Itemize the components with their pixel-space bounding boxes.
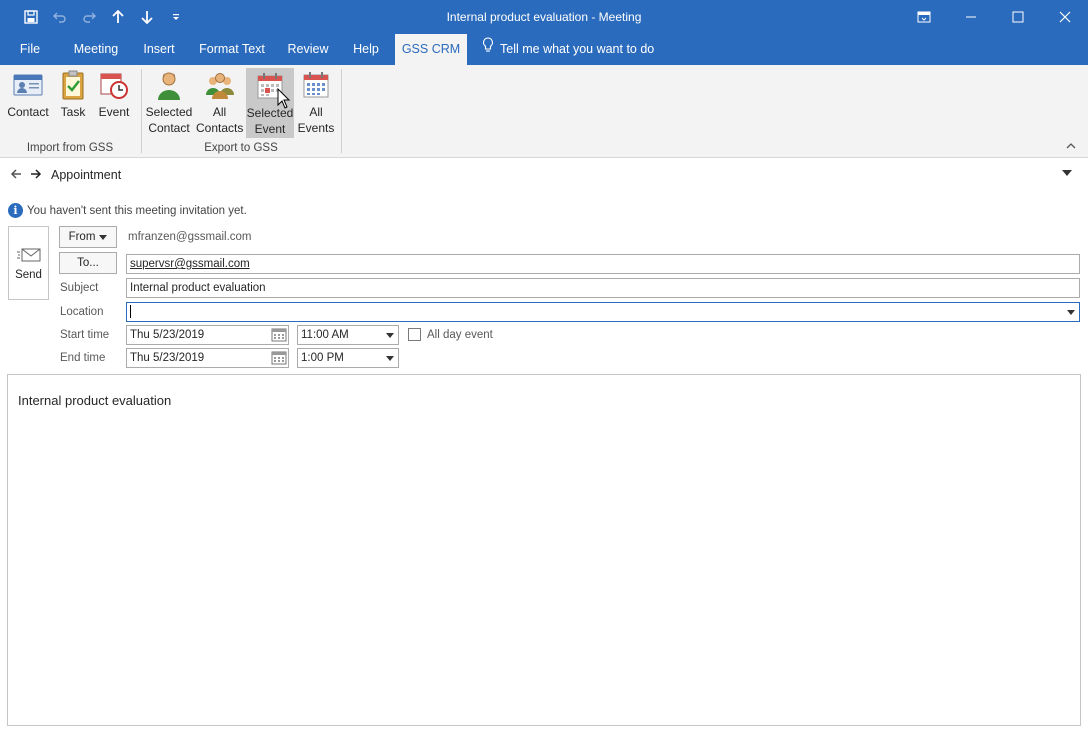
end-time-dropdown-icon[interactable] bbox=[382, 349, 398, 367]
window-controls bbox=[900, 0, 1088, 34]
import-event-label: Event bbox=[98, 105, 130, 119]
people-icon bbox=[204, 69, 236, 101]
collapse-ribbon-icon[interactable] bbox=[1066, 141, 1076, 153]
tab-gss-crm[interactable]: GSS CRM bbox=[395, 34, 467, 65]
from-button[interactable]: From bbox=[59, 226, 117, 248]
import-task-button[interactable]: Task bbox=[55, 69, 91, 137]
export-selected-event-line2: Event bbox=[254, 122, 286, 136]
contact-card-icon bbox=[12, 69, 44, 101]
text-cursor bbox=[130, 305, 131, 319]
forward-arrow-icon[interactable] bbox=[30, 168, 42, 183]
close-icon[interactable] bbox=[1041, 0, 1088, 34]
start-time-dropdown-icon[interactable] bbox=[382, 326, 398, 344]
lightbulb-icon bbox=[482, 34, 494, 65]
export-selected-contact-button[interactable]: Selected Contact bbox=[145, 69, 193, 137]
to-recipient[interactable]: supervsr@gssmail.com bbox=[130, 258, 250, 270]
end-date-field[interactable]: Thu 5/23/2019 bbox=[126, 348, 289, 368]
import-event-button[interactable]: Event bbox=[94, 69, 134, 137]
from-button-label: From bbox=[68, 231, 96, 243]
subject-label: Subject bbox=[60, 282, 99, 294]
calendar-icon[interactable] bbox=[271, 328, 287, 342]
back-arrow-icon[interactable] bbox=[10, 168, 22, 183]
export-selected-contact-line1: Selected bbox=[145, 105, 193, 119]
export-all-events-line2: Events bbox=[297, 121, 335, 135]
export-all-contacts-line2: Contacts bbox=[196, 121, 244, 135]
import-contact-label: Contact bbox=[7, 105, 49, 119]
tab-review[interactable]: Review bbox=[282, 34, 334, 65]
body-text: Internal product evaluation bbox=[18, 393, 172, 408]
start-time-label: Start time bbox=[60, 329, 110, 341]
to-field[interactable]: supervsr@gssmail.com bbox=[126, 254, 1080, 274]
maximize-icon[interactable] bbox=[994, 0, 1041, 34]
to-button[interactable]: To... bbox=[59, 252, 117, 274]
end-time-label: End time bbox=[60, 352, 106, 364]
tell-me-search[interactable]: Tell me what you want to do bbox=[482, 34, 654, 65]
export-selected-contact-line2: Contact bbox=[148, 121, 190, 135]
from-value: mfranzen@gssmail.com bbox=[128, 231, 252, 243]
subject-field[interactable]: Internal product evaluation bbox=[126, 278, 1080, 298]
person-icon bbox=[153, 69, 185, 101]
export-all-events-line1: All bbox=[309, 105, 323, 119]
envelope-icon bbox=[16, 247, 41, 263]
tab-format-text[interactable]: Format Text bbox=[192, 34, 272, 65]
export-all-contacts-line1: All bbox=[212, 105, 227, 119]
export-group-label: Export to GSS bbox=[204, 142, 278, 154]
appointment-bar: Appointment bbox=[0, 158, 1088, 194]
all-day-label: All day event bbox=[427, 329, 493, 341]
export-all-events-button[interactable]: All Events bbox=[296, 69, 336, 137]
location-field[interactable] bbox=[126, 302, 1080, 322]
event-clock-icon bbox=[98, 69, 130, 101]
tab-help[interactable]: Help bbox=[344, 34, 388, 65]
appointment-dropdown-icon[interactable] bbox=[1062, 170, 1072, 176]
location-dropdown-icon[interactable] bbox=[1063, 303, 1079, 321]
import-contact-button[interactable]: Contact bbox=[5, 69, 51, 137]
mouse-pointer-icon bbox=[277, 87, 291, 113]
send-label: Send bbox=[15, 269, 42, 281]
info-bar: i You haven't sent this meeting invitati… bbox=[8, 203, 247, 218]
chevron-down-icon bbox=[99, 234, 108, 240]
minimize-icon[interactable] bbox=[947, 0, 994, 34]
group-separator bbox=[141, 69, 142, 153]
appointment-label: Appointment bbox=[51, 168, 122, 182]
all-day-checkbox[interactable] bbox=[408, 328, 421, 341]
info-icon: i bbox=[8, 203, 23, 218]
title-bar: Internal product evaluation - Meeting bbox=[0, 0, 1088, 34]
group-separator bbox=[341, 69, 342, 153]
export-all-contacts-button[interactable]: All Contacts bbox=[196, 69, 243, 137]
tab-meeting[interactable]: Meeting bbox=[66, 34, 126, 65]
tell-me-label: Tell me what you want to do bbox=[500, 42, 655, 56]
ribbon-tabs: File Meeting Insert Format Text Review H… bbox=[0, 34, 1088, 65]
tab-file[interactable]: File bbox=[10, 34, 50, 65]
location-label: Location bbox=[60, 306, 104, 318]
tab-insert[interactable]: Insert bbox=[136, 34, 182, 65]
start-date-field[interactable]: Thu 5/23/2019 bbox=[126, 325, 289, 345]
import-group-label: Import from GSS bbox=[26, 142, 114, 154]
ribbon-display-icon[interactable] bbox=[900, 0, 947, 34]
calendar-icon[interactable] bbox=[271, 351, 287, 365]
ribbon: Contact Task Event Import from GSS Selec… bbox=[0, 65, 1088, 158]
import-task-label: Task bbox=[60, 105, 86, 119]
send-button[interactable]: Send bbox=[8, 226, 49, 300]
task-clipboard-icon bbox=[57, 69, 89, 101]
info-message: You haven't sent this meeting invitation… bbox=[27, 204, 247, 217]
calendar-icon bbox=[300, 69, 332, 101]
message-body[interactable]: Internal product evaluation bbox=[7, 374, 1081, 726]
